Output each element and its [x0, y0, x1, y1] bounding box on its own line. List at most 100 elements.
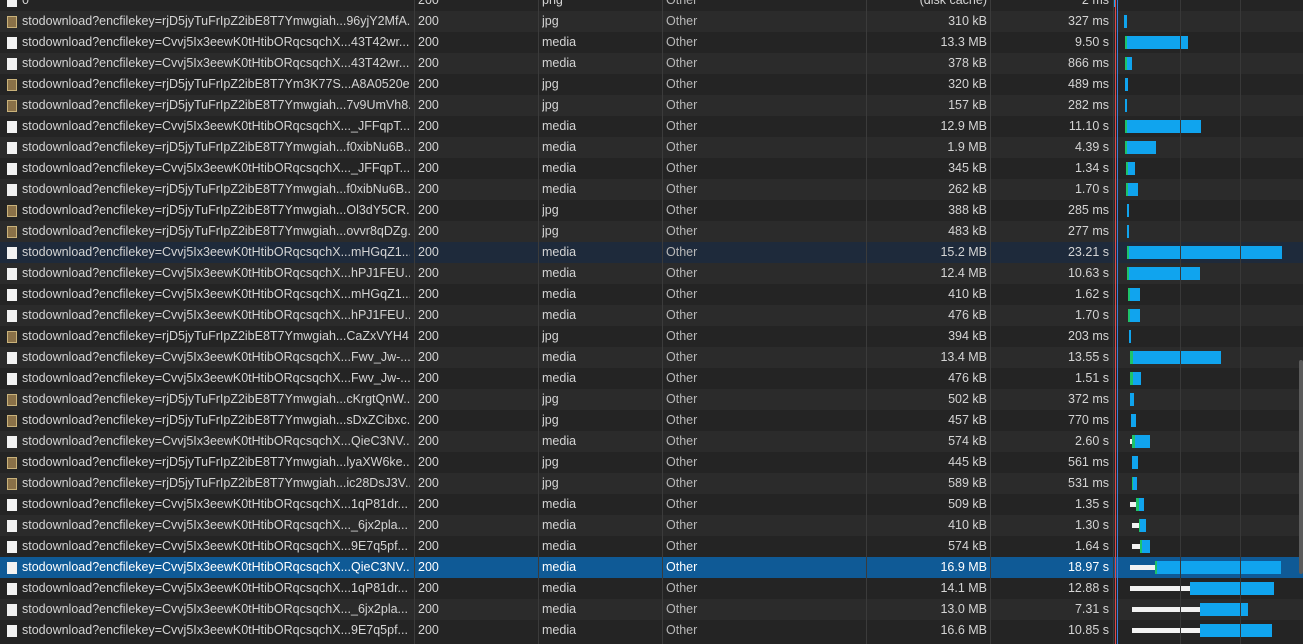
name-cell[interactable]: stodownload?encfilekey=Cvvj5Ix3eewK0tHti…: [0, 599, 410, 620]
table-row[interactable]: stodownload?encfilekey=rjD5jyTuFrIpZ2ibE…: [0, 389, 1303, 410]
name-cell[interactable]: stodownload?encfilekey=Cvvj5Ix3eewK0tHti…: [0, 515, 410, 536]
waterfall-bar-blue: [1129, 267, 1200, 280]
time-cell: 1.35 s: [1074, 497, 1109, 511]
table-row[interactable]: stodownload?encfilekey=rjD5jyTuFrIpZ2ibE…: [0, 11, 1303, 32]
name-cell[interactable]: 0: [0, 0, 410, 11]
name-cell[interactable]: stodownload?encfilekey=Cvvj5Ix3eewK0tHti…: [0, 557, 410, 578]
table-row[interactable]: stodownload?encfilekey=Cvvj5Ix3eewK0tHti…: [0, 158, 1303, 179]
size-cell: 445 kB: [948, 455, 987, 469]
name-cell[interactable]: stodownload?encfilekey=Cvvj5Ix3eewK0tHti…: [0, 536, 410, 557]
name-cell[interactable]: stodownload?encfilekey=rjD5jyTuFrIpZ2ibE…: [0, 137, 410, 158]
name-cell[interactable]: stodownload?encfilekey=Cvvj5Ix3eewK0tHti…: [0, 158, 410, 179]
name-cell[interactable]: stodownload?encfilekey=rjD5jyTuFrIpZ2ibE…: [0, 179, 410, 200]
name-cell[interactable]: stodownload?encfilekey=Cvvj5Ix3eewK0tHti…: [0, 116, 410, 137]
request-name: stodownload?encfilekey=Cvvj5Ix3eewK0tHti…: [22, 308, 410, 322]
name-cell[interactable]: stodownload?encfilekey=Cvvj5Ix3eewK0tHti…: [0, 368, 410, 389]
name-cell[interactable]: stodownload?encfilekey=Cvvj5Ix3eewK0tHti…: [0, 242, 410, 263]
name-cell[interactable]: stodownload?encfilekey=rjD5jyTuFrIpZ2ibE…: [0, 200, 410, 221]
waterfall-cell: [1114, 0, 1303, 11]
time-cell: 282 ms: [1068, 98, 1109, 112]
waterfall-bar-blue: [1132, 456, 1138, 469]
waterfall-bar-blue: [1128, 183, 1138, 196]
name-cell[interactable]: stodownload?encfilekey=rjD5jyTuFrIpZ2ibE…: [0, 11, 410, 32]
name-cell[interactable]: stodownload?encfilekey=Cvvj5Ix3eewK0tHti…: [0, 431, 410, 452]
table-row[interactable]: stodownload?encfilekey=Cvvj5Ix3eewK0tHti…: [0, 536, 1303, 557]
time-cell: 531 ms: [1068, 476, 1109, 490]
name-cell[interactable]: stodownload?encfilekey=rjD5jyTuFrIpZ2ibE…: [0, 326, 410, 347]
name-cell[interactable]: stodownload?encfilekey=rjD5jyTuFrIpZ2ibE…: [0, 95, 410, 116]
name-cell[interactable]: stodownload?encfilekey=Cvvj5Ix3eewK0tHti…: [0, 32, 410, 53]
name-cell[interactable]: stodownload?encfilekey=Cvvj5Ix3eewK0tHti…: [0, 347, 410, 368]
table-row[interactable]: stodownload?encfilekey=Cvvj5Ix3eewK0tHti…: [0, 347, 1303, 368]
waterfall-bar-blue: [1129, 330, 1131, 343]
name-cell[interactable]: stodownload?encfilekey=rjD5jyTuFrIpZ2ibE…: [0, 410, 410, 431]
table-row[interactable]: stodownload?encfilekey=Cvvj5Ix3eewK0tHti…: [0, 599, 1303, 620]
name-cell[interactable]: stodownload?encfilekey=rjD5jyTuFrIpZ2ibE…: [0, 473, 410, 494]
table-row[interactable]: stodownload?encfilekey=Cvvj5Ix3eewK0tHti…: [0, 578, 1303, 599]
name-cell[interactable]: stodownload?encfilekey=rjD5jyTuFrIpZ2ibE…: [0, 221, 410, 242]
vertical-scrollbar[interactable]: [1299, 360, 1303, 574]
name-cell[interactable]: stodownload?encfilekey=Cvvj5Ix3eewK0tHti…: [0, 284, 410, 305]
size-cell: 509 kB: [948, 497, 987, 511]
document-icon: [7, 310, 17, 322]
table-row[interactable]: stodownload?encfilekey=rjD5jyTuFrIpZ2ibE…: [0, 137, 1303, 158]
table-row[interactable]: stodownload?encfilekey=rjD5jyTuFrIpZ2ibE…: [0, 326, 1303, 347]
waterfall-cell: [1114, 494, 1303, 515]
table-row[interactable]: stodownload?encfilekey=rjD5jyTuFrIpZ2ibE…: [0, 95, 1303, 116]
request-name: stodownload?encfilekey=Cvvj5Ix3eewK0tHti…: [22, 623, 408, 637]
time-cell: 203 ms: [1068, 329, 1109, 343]
size-cell: 310 kB: [948, 14, 987, 28]
table-row[interactable]: stodownload?encfilekey=rjD5jyTuFrIpZ2ibE…: [0, 452, 1303, 473]
name-cell[interactable]: stodownload?encfilekey=Cvvj5Ix3eewK0tHti…: [0, 494, 410, 515]
name-cell[interactable]: stodownload?encfilekey=rjD5jyTuFrIpZ2ibE…: [0, 74, 410, 95]
type-cell: media: [542, 581, 577, 595]
name-cell[interactable]: stodownload?encfilekey=rjD5jyTuFrIpZ2ibE…: [0, 452, 410, 473]
waterfall-cell: [1114, 284, 1303, 305]
table-row[interactable]: stodownload?encfilekey=Cvvj5Ix3eewK0tHti…: [0, 32, 1303, 53]
waterfall-bar-white: [1132, 523, 1139, 528]
type-cell: jpg: [542, 98, 559, 112]
waterfall-cell: [1114, 32, 1303, 53]
table-row[interactable]: stodownload?encfilekey=Cvvj5Ix3eewK0tHti…: [0, 116, 1303, 137]
table-row[interactable]: stodownload?encfilekey=rjD5jyTuFrIpZ2ibE…: [0, 74, 1303, 95]
time-cell: 561 ms: [1068, 455, 1109, 469]
table-row[interactable]: stodownload?encfilekey=Cvvj5Ix3eewK0tHti…: [0, 494, 1303, 515]
table-row[interactable]: stodownload?encfilekey=rjD5jyTuFrIpZ2ibE…: [0, 200, 1303, 221]
request-name: stodownload?encfilekey=Cvvj5Ix3eewK0tHti…: [22, 518, 408, 532]
waterfall-cell: [1114, 11, 1303, 32]
table-row[interactable]: stodownload?encfilekey=Cvvj5Ix3eewK0tHti…: [0, 53, 1303, 74]
table-row[interactable]: stodownload?encfilekey=Cvvj5Ix3eewK0tHti…: [0, 431, 1303, 452]
name-cell[interactable]: stodownload?encfilekey=Cvvj5Ix3eewK0tHti…: [0, 578, 410, 599]
table-row[interactable]: stodownload?encfilekey=Cvvj5Ix3eewK0tHti…: [0, 305, 1303, 326]
table-row[interactable]: 0 200 png Other (disk cache) 2 ms: [0, 0, 1303, 11]
table-row[interactable]: stodownload?encfilekey=Cvvj5Ix3eewK0tHti…: [0, 263, 1303, 284]
initiator-cell: Other: [666, 119, 698, 133]
document-icon: [7, 520, 17, 532]
table-row[interactable]: stodownload?encfilekey=Cvvj5Ix3eewK0tHti…: [0, 620, 1303, 641]
table-row[interactable]: stodownload?encfilekey=rjD5jyTuFrIpZ2ibE…: [0, 221, 1303, 242]
table-row[interactable]: stodownload?encfilekey=Cvvj5Ix3eewK0tHti…: [0, 242, 1303, 263]
table-row[interactable]: stodownload?encfilekey=Cvvj5Ix3eewK0tHti…: [0, 515, 1303, 536]
status-cell: 200: [418, 602, 439, 616]
request-name: stodownload?encfilekey=Cvvj5Ix3eewK0tHti…: [22, 539, 408, 553]
table-row[interactable]: stodownload?encfilekey=rjD5jyTuFrIpZ2ibE…: [0, 179, 1303, 200]
request-name: stodownload?encfilekey=Cvvj5Ix3eewK0tHti…: [22, 287, 410, 301]
time-cell: 4.39 s: [1074, 140, 1109, 154]
request-name: stodownload?encfilekey=rjD5jyTuFrIpZ2ibE…: [22, 392, 410, 406]
waterfall-bar-blue: [1142, 540, 1150, 553]
type-cell: media: [542, 518, 577, 532]
name-cell[interactable]: stodownload?encfilekey=Cvvj5Ix3eewK0tHti…: [0, 53, 410, 74]
table-row[interactable]: stodownload?encfilekey=rjD5jyTuFrIpZ2ibE…: [0, 473, 1303, 494]
table-row[interactable]: stodownload?encfilekey=Cvvj5Ix3eewK0tHti…: [0, 368, 1303, 389]
initiator-cell: Other: [666, 245, 698, 259]
type-cell: jpg: [542, 476, 559, 490]
name-cell[interactable]: stodownload?encfilekey=Cvvj5Ix3eewK0tHti…: [0, 620, 410, 641]
table-row[interactable]: stodownload?encfilekey=Cvvj5Ix3eewK0tHti…: [0, 284, 1303, 305]
table-row[interactable]: stodownload?encfilekey=Cvvj5Ix3eewK0tHti…: [0, 557, 1303, 578]
name-cell[interactable]: stodownload?encfilekey=rjD5jyTuFrIpZ2ibE…: [0, 389, 410, 410]
document-icon: [7, 121, 17, 133]
name-cell[interactable]: stodownload?encfilekey=Cvvj5Ix3eewK0tHti…: [0, 305, 410, 326]
waterfall-gridline: [1180, 0, 1181, 644]
name-cell[interactable]: stodownload?encfilekey=Cvvj5Ix3eewK0tHti…: [0, 263, 410, 284]
table-row[interactable]: stodownload?encfilekey=rjD5jyTuFrIpZ2ibE…: [0, 410, 1303, 431]
